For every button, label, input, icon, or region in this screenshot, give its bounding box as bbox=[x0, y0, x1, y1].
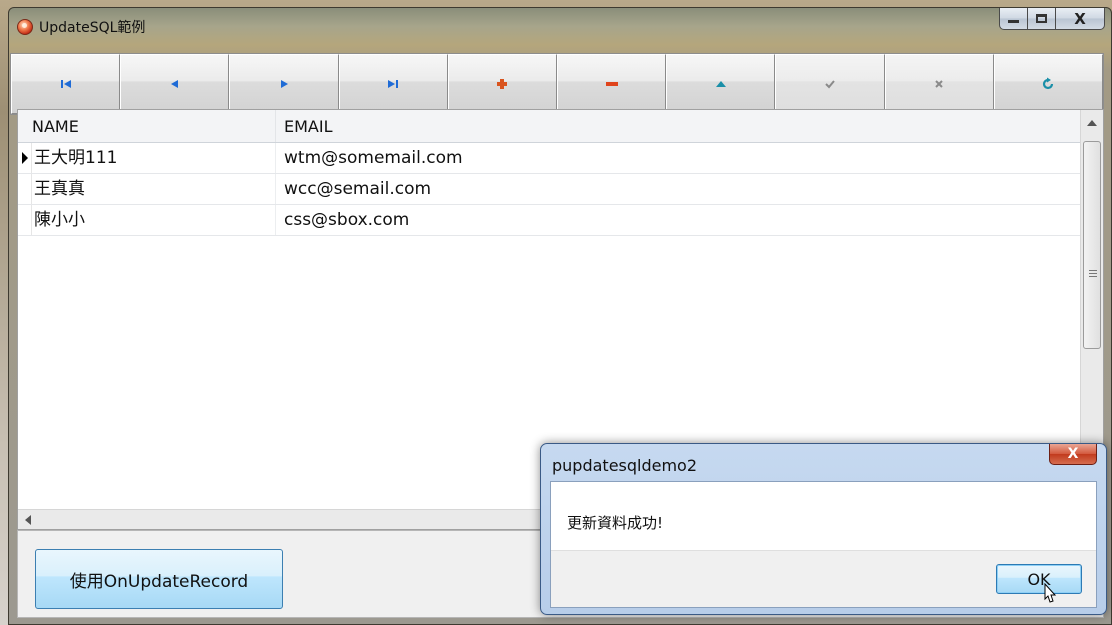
app-icon bbox=[17, 19, 33, 35]
dialog-message: 更新資料成功! bbox=[567, 514, 664, 532]
table-row[interactable]: 王大明111 wtm@somemail.com bbox=[18, 143, 1080, 174]
cell-name[interactable]: 陳小小 bbox=[32, 205, 276, 235]
maximize-icon bbox=[1036, 14, 1047, 23]
last-record-button[interactable] bbox=[338, 54, 448, 114]
scroll-up-icon[interactable] bbox=[1087, 120, 1097, 126]
table-row[interactable]: 王真真 wcc@semail.com bbox=[18, 174, 1080, 205]
caption-buttons: X bbox=[999, 8, 1105, 30]
column-header-email[interactable]: EMAIL bbox=[276, 110, 1080, 142]
post-record-button[interactable] bbox=[775, 54, 885, 114]
dialog-close-button[interactable]: X bbox=[1049, 444, 1097, 465]
message-dialog: pupdatesqldemo2 X 更新資料成功! OK bbox=[540, 443, 1107, 615]
refresh-button[interactable] bbox=[993, 54, 1104, 114]
first-record-button[interactable] bbox=[11, 54, 121, 114]
table-row[interactable]: 陳小小 css@sbox.com bbox=[18, 205, 1080, 236]
dialog-footer: OK bbox=[551, 550, 1096, 607]
edit-icon bbox=[715, 81, 726, 87]
insert-record-button[interactable] bbox=[447, 54, 558, 114]
row-indicator bbox=[18, 205, 32, 235]
cancel-record-button[interactable] bbox=[884, 54, 994, 114]
first-icon bbox=[60, 80, 71, 88]
minus-icon bbox=[605, 82, 618, 86]
grip-icon bbox=[1089, 270, 1097, 277]
window-title: UpdateSQL範例 bbox=[39, 20, 146, 36]
cancel-icon bbox=[935, 80, 943, 88]
column-header-name[interactable]: NAME bbox=[18, 110, 276, 142]
dialog-body: 更新資料成功! OK bbox=[550, 481, 1097, 608]
cell-email[interactable]: css@sbox.com bbox=[276, 205, 1080, 235]
grid-header: NAME EMAIL bbox=[18, 110, 1080, 143]
dialog-title: pupdatesqldemo2 bbox=[552, 456, 698, 475]
next-icon bbox=[281, 80, 288, 88]
scroll-thumb[interactable] bbox=[1083, 141, 1101, 349]
db-navigator bbox=[10, 53, 1104, 115]
cell-email[interactable]: wcc@semail.com bbox=[276, 174, 1080, 204]
grid-rows: 王大明111 wtm@somemail.com 王真真 wcc@semail.c… bbox=[18, 143, 1080, 236]
current-row-indicator bbox=[18, 143, 32, 173]
delete-record-button[interactable] bbox=[557, 54, 667, 114]
prior-record-button[interactable] bbox=[120, 54, 230, 114]
title-bar: UpdateSQL範例 bbox=[17, 16, 145, 38]
prior-icon bbox=[170, 80, 178, 88]
edit-record-button[interactable] bbox=[666, 54, 776, 114]
check-icon bbox=[825, 80, 835, 89]
plus-icon bbox=[497, 79, 508, 89]
close-button[interactable]: X bbox=[1056, 8, 1105, 30]
cell-name[interactable]: 王大明111 bbox=[32, 143, 276, 173]
minimize-button[interactable] bbox=[999, 8, 1028, 30]
row-indicator bbox=[18, 174, 32, 204]
use-onupdaterecord-button[interactable]: 使用OnUpdateRecord bbox=[35, 549, 283, 609]
last-icon bbox=[388, 80, 399, 88]
maximize-button[interactable] bbox=[1028, 8, 1056, 30]
next-record-button[interactable] bbox=[229, 54, 339, 114]
scroll-left-icon[interactable] bbox=[25, 515, 31, 525]
minimize-icon bbox=[1008, 20, 1019, 23]
cell-name[interactable]: 王真真 bbox=[32, 174, 276, 204]
ok-button[interactable]: OK bbox=[996, 564, 1082, 594]
mouse-cursor-icon bbox=[1044, 583, 1057, 603]
refresh-icon bbox=[1043, 77, 1054, 90]
cell-email[interactable]: wtm@somemail.com bbox=[276, 143, 1080, 173]
